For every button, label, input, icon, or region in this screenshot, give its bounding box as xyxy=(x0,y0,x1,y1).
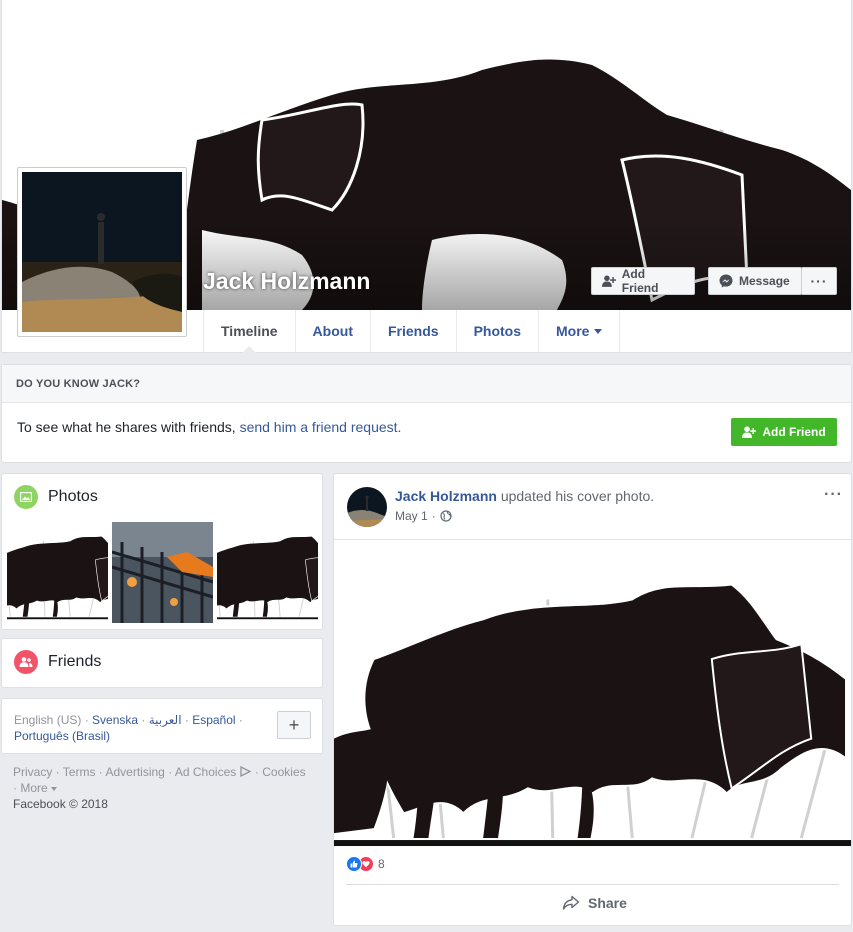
ad-choices-icon xyxy=(239,765,252,778)
add-language-button[interactable]: + xyxy=(277,711,311,739)
languages-list: English (US) · Svenska · العربية · Españ… xyxy=(14,713,243,743)
photos-card-title[interactable]: Photos xyxy=(14,485,98,509)
do-you-know-heading: DO YOU KNOW JACK? xyxy=(2,365,851,403)
post-date[interactable]: May 1 xyxy=(395,509,428,523)
post-photo-art xyxy=(334,540,851,847)
chevron-down-icon xyxy=(594,328,603,334)
post-author-name[interactable]: Jack Holzmann xyxy=(395,488,497,504)
post-header: Jack Holzmann updated his cover photo. xyxy=(395,488,654,504)
photo-thumbnail[interactable] xyxy=(217,522,318,623)
profile-picture-image xyxy=(22,172,182,332)
friends-card: Friends xyxy=(1,638,323,688)
do-you-know-card: DO YOU KNOW JACK? To see what he shares … xyxy=(1,364,852,463)
messenger-icon xyxy=(719,274,733,288)
tab-about-label: About xyxy=(312,323,353,339)
add-friend-green-label: Add Friend xyxy=(762,425,826,439)
post-card: Jack Holzmann updated his cover photo. M… xyxy=(333,473,852,926)
language-option[interactable]: Español xyxy=(192,713,235,727)
post-action-text: updated his cover photo. xyxy=(496,488,655,504)
chevron-down-icon xyxy=(51,786,58,791)
meta-separator: · xyxy=(431,509,436,523)
add-friend-button[interactable]: Add Friend xyxy=(591,267,695,295)
tab-timeline[interactable]: Timeline xyxy=(203,310,295,353)
message-button[interactable]: Message xyxy=(708,267,802,295)
footer-copyright: Facebook © 2018 xyxy=(13,797,108,811)
post-photo[interactable] xyxy=(334,539,851,847)
add-friend-green-button[interactable]: Add Friend xyxy=(731,418,837,446)
language-option[interactable]: Svenska xyxy=(92,713,138,727)
profile-picture[interactable] xyxy=(17,167,187,337)
tab-photos[interactable]: Photos xyxy=(455,310,538,352)
photos-title-text: Photos xyxy=(48,488,98,505)
languages-card: English (US) · Svenska · العربية · Españ… xyxy=(1,698,323,754)
do-you-know-text: To see what he shares with friends, send… xyxy=(17,419,401,435)
footer-link-ad-choices[interactable]: Ad Choices xyxy=(175,765,236,779)
globe-icon[interactable] xyxy=(440,510,452,522)
friends-title-text: Friends xyxy=(48,653,102,670)
reactions-summary[interactable]: 8 xyxy=(346,856,385,872)
photo-thumbnail[interactable] xyxy=(112,522,213,623)
footer: Privacy · Terms · Advertising · Ad Choic… xyxy=(13,765,306,811)
share-icon xyxy=(562,895,580,910)
language-option[interactable]: العربية xyxy=(149,713,182,727)
footer-link-advertising[interactable]: Advertising xyxy=(105,765,164,779)
footer-link-privacy[interactable]: Privacy xyxy=(13,765,52,779)
tab-more[interactable]: More xyxy=(538,310,621,352)
tab-friends[interactable]: Friends xyxy=(369,310,456,352)
footer-link-terms[interactable]: Terms xyxy=(63,765,96,779)
tab-more-label: More xyxy=(556,323,590,339)
profile-header-card: Jack Holzmann Add Friend Message ··· Tim… xyxy=(1,0,852,353)
more-dots-icon: ··· xyxy=(810,273,828,289)
share-label: Share xyxy=(588,895,627,911)
tab-timeline-label: Timeline xyxy=(221,323,278,339)
profile-name[interactable]: Jack Holzmann xyxy=(203,268,370,295)
post-meta: May 1 · xyxy=(395,509,452,523)
photos-card: Photos xyxy=(1,473,323,630)
more-options-button[interactable]: ··· xyxy=(801,267,837,295)
tab-photos-label: Photos xyxy=(473,323,522,339)
tab-friends-label: Friends xyxy=(387,323,439,339)
friend-request-link[interactable]: send him a friend request. xyxy=(240,419,402,435)
add-friend-icon xyxy=(742,426,757,438)
post-options-button[interactable]: ··· xyxy=(824,486,843,504)
photo-thumbnail[interactable] xyxy=(7,522,108,623)
do-you-know-prompt: To see what he shares with friends, xyxy=(17,419,240,435)
post-divider xyxy=(346,884,839,885)
post-author-avatar[interactable] xyxy=(347,487,387,527)
reactions-count: 8 xyxy=(378,857,385,871)
friends-card-title[interactable]: Friends xyxy=(14,650,101,674)
footer-link-more[interactable]: More xyxy=(20,781,47,795)
footer-link-cookies[interactable]: Cookies xyxy=(262,765,305,779)
like-reaction-icon xyxy=(346,856,362,872)
profile-nav: Timeline About Friends Photos More xyxy=(203,310,621,353)
plus-icon: + xyxy=(288,714,300,735)
add-friend-icon xyxy=(602,275,616,287)
photos-icon xyxy=(14,485,38,509)
share-button[interactable]: Share xyxy=(562,895,627,911)
add-friend-label: Add Friend xyxy=(621,267,659,295)
friends-icon xyxy=(14,650,38,674)
message-label: Message xyxy=(739,274,790,288)
language-current: English (US) xyxy=(14,713,82,727)
language-option[interactable]: Português (Brasil) xyxy=(14,729,110,743)
tab-about[interactable]: About xyxy=(294,310,370,352)
